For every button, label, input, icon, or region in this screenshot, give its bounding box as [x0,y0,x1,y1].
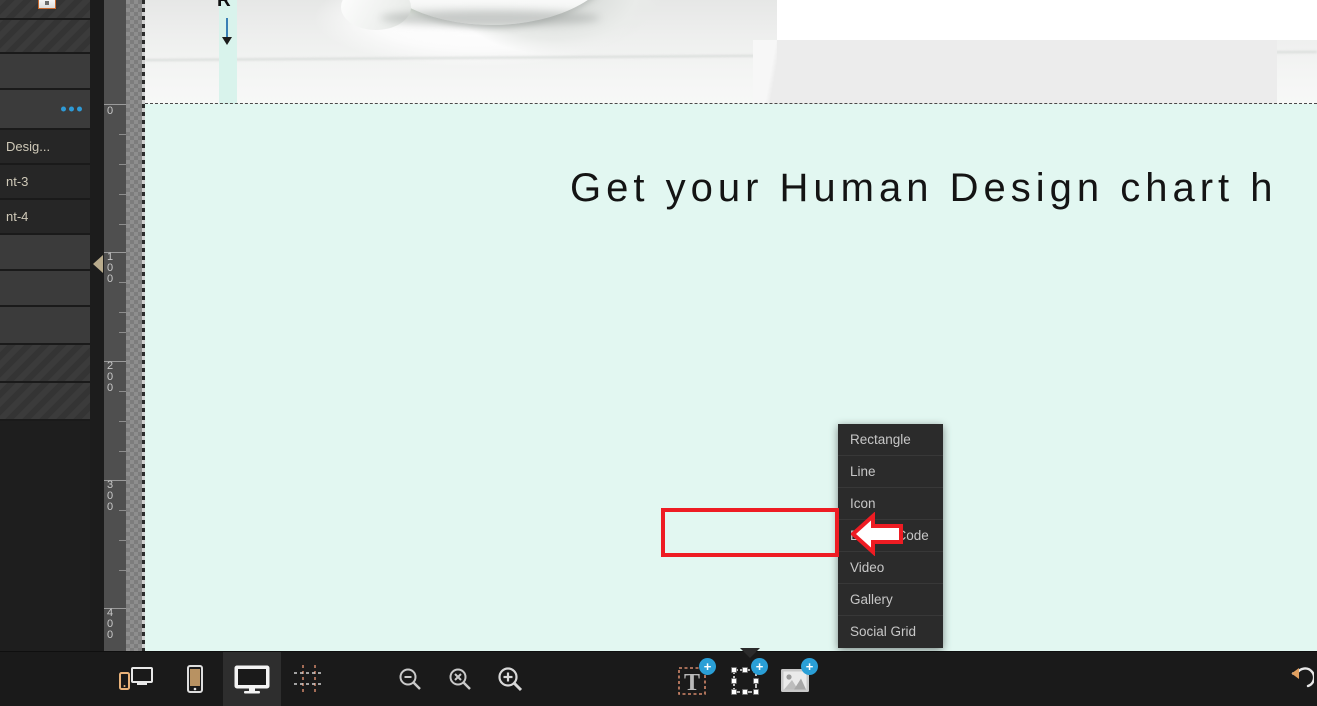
layer-thumbnail-icon [38,0,56,9]
ruler-label-100: 100 [107,251,114,285]
layer-row[interactable]: nt-4 [0,200,90,235]
vertical-ruler[interactable]: 0 100 200 300 400 [104,0,126,652]
zoom-out-icon [399,668,421,690]
mobile-view-button[interactable] [167,652,223,706]
add-shape-button[interactable]: + [730,658,770,696]
desktop-icon [234,665,270,694]
more-options-icon[interactable] [61,106,82,112]
hero-grey-block [777,40,1277,104]
panel-collapse-handle-icon[interactable] [93,255,103,273]
page-title[interactable]: Get your Human Design chart h [570,166,1277,211]
zoom-out-button[interactable] [384,652,436,706]
grid-toggle-button[interactable] [281,652,337,706]
layer-row[interactable] [0,383,90,421]
ruler-label-0: 0 [107,105,114,117]
guide-down-arrow-icon [222,18,232,45]
add-badge-icon: + [751,658,768,675]
zoom-reset-icon [449,668,471,690]
design-canvas[interactable]: R Get your Human Design chart h Rectangl… [145,0,1317,652]
zoom-in-button[interactable] [484,652,536,706]
undo-icon [1291,667,1314,688]
add-badge-icon: + [801,658,818,675]
menu-item-line[interactable]: Line [838,456,943,488]
vertical-guide-strip[interactable] [219,0,237,104]
undo-button[interactable] [1285,652,1317,706]
layer-label: Desig... [6,139,51,154]
layer-row[interactable] [0,307,90,345]
menu-item-gallery[interactable]: Gallery [838,584,943,616]
ruler-label-400: 400 [107,607,114,641]
add-image-button[interactable]: + [780,658,820,696]
menu-pointer-triangle [740,648,760,658]
zoom-reset-button[interactable] [434,652,486,706]
layer-row[interactable] [0,0,90,20]
layer-row-with-menu[interactable] [0,90,90,130]
annotation-arrow-icon [851,512,903,556]
grid-icon [294,665,324,693]
bottom-toolbar[interactable]: T + + + [0,651,1317,706]
layer-label: nt-3 [6,174,29,189]
svg-text:T: T [684,670,700,696]
hero-white-block [777,0,1317,40]
layers-panel[interactable]: Desig... nt-3 nt-4 [0,0,90,652]
mobile-icon [187,665,203,693]
panel-divider [90,0,104,652]
mint-section[interactable]: Get your Human Design chart h [145,104,1317,652]
layer-row[interactable] [0,235,90,271]
ruler-label-200: 200 [107,360,114,394]
add-text-button[interactable]: T + [678,658,718,696]
menu-item-video[interactable]: Video [838,552,943,584]
zoom-in-icon [498,667,523,692]
add-badge-icon: + [699,658,716,675]
ruler-label-300: 300 [107,479,114,513]
responsive-view-button[interactable] [105,652,167,706]
layer-row[interactable] [0,271,90,307]
desktop-view-button[interactable] [223,652,281,706]
menu-item-rectangle[interactable]: Rectangle [838,424,943,456]
layer-row[interactable] [0,20,90,54]
responsive-icon [119,667,153,690]
layer-row[interactable] [0,345,90,383]
layer-label: nt-4 [6,209,29,224]
menu-item-social-grid[interactable]: Social Grid [838,616,943,648]
layer-row[interactable] [0,54,90,90]
layer-row[interactable]: nt-3 [0,165,90,200]
guide-label: R [217,0,231,11]
layer-row[interactable]: Desig... [0,130,90,165]
app-root: Desig... nt-3 nt-4 0 100 200 300 400 R G… [0,0,1317,706]
